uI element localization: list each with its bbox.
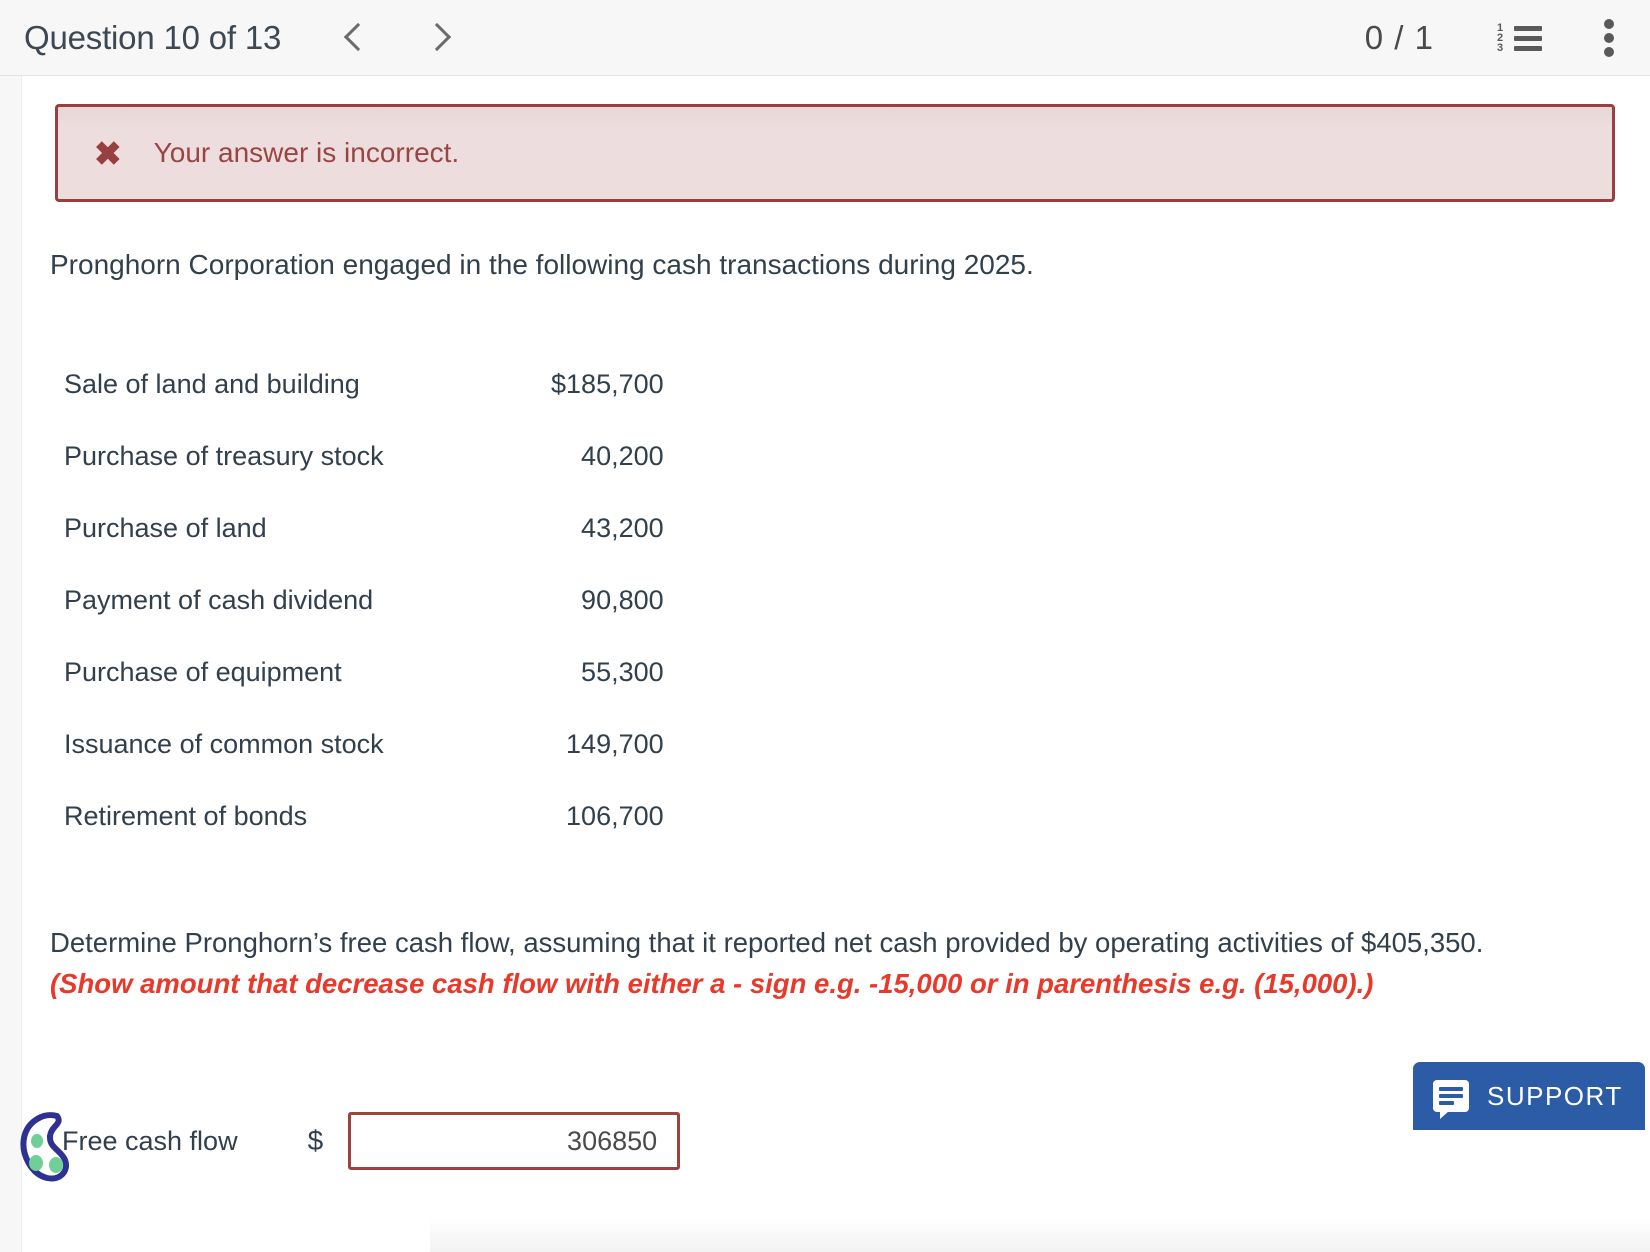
chat-line-1 bbox=[1439, 1087, 1463, 1091]
free-cash-flow-input[interactable]: 306850 bbox=[348, 1112, 680, 1170]
transaction-amount: 149,700 bbox=[444, 708, 664, 780]
cookie-glyph bbox=[13, 1108, 91, 1186]
transaction-amount: $185,700 bbox=[444, 348, 664, 420]
table-row: Sale of land and building $185,700 bbox=[64, 348, 664, 420]
prompt-red-note: (Show amount that decrease cash flow wit… bbox=[50, 968, 1373, 999]
incorrect-answer-banner: ✖ Your answer is incorrect. bbox=[55, 104, 1615, 202]
list-line-2 bbox=[1514, 36, 1542, 41]
table-row: Issuance of common stock 149,700 bbox=[64, 708, 664, 780]
list-number-3: 3 bbox=[1497, 43, 1503, 54]
answer-row: Free cash flow $ 306850 bbox=[0, 1106, 680, 1176]
question-page: Question 10 of 13 0 / 1 1 2 3 ✖ bbox=[0, 0, 1650, 1252]
prompt-main-text: Determine Pronghorn’s free cash flow, as… bbox=[50, 927, 1483, 958]
page-title: Question 10 of 13 bbox=[24, 19, 281, 57]
score-display: 0 / 1 bbox=[1365, 19, 1434, 57]
transactions-table: Sale of land and building $185,700 Purch… bbox=[64, 348, 664, 852]
cookie-settings-icon[interactable] bbox=[13, 1108, 91, 1186]
table-row: Payment of cash dividend 90,800 bbox=[64, 564, 664, 636]
transaction-label: Retirement of bonds bbox=[64, 780, 444, 852]
transaction-amount: 106,700 bbox=[444, 780, 664, 852]
transaction-amount: 43,200 bbox=[444, 492, 664, 564]
list-line-1 bbox=[1514, 26, 1542, 31]
header-right-controls: 0 / 1 1 2 3 bbox=[1365, 17, 1650, 59]
table-row: Purchase of equipment 55,300 bbox=[64, 636, 664, 708]
kebab-dot-3 bbox=[1604, 47, 1614, 57]
error-x-icon: ✖ bbox=[94, 137, 122, 170]
next-question-icon[interactable] bbox=[425, 19, 451, 57]
chat-line-2 bbox=[1439, 1094, 1463, 1098]
table-row: Retirement of bonds 106,700 bbox=[64, 780, 664, 852]
table-row: Purchase of land 43,200 bbox=[64, 492, 664, 564]
transaction-label: Purchase of equipment bbox=[64, 636, 444, 708]
support-button-label: SUPPORT bbox=[1487, 1081, 1623, 1112]
transaction-amount: 90,800 bbox=[444, 564, 664, 636]
question-prompt: Determine Pronghorn’s free cash flow, as… bbox=[50, 922, 1500, 1004]
transaction-label: Payment of cash dividend bbox=[64, 564, 444, 636]
currency-symbol: $ bbox=[308, 1125, 324, 1157]
question-intro-text: Pronghorn Corporation engaged in the fol… bbox=[50, 249, 1034, 281]
chat-line-3 bbox=[1439, 1101, 1454, 1105]
previous-question-icon[interactable] bbox=[343, 19, 369, 57]
transaction-label: Issuance of common stock bbox=[64, 708, 444, 780]
transaction-label: Purchase of land bbox=[64, 492, 444, 564]
kebab-dot-1 bbox=[1604, 19, 1614, 29]
numbered-list-icon[interactable]: 1 2 3 bbox=[1496, 18, 1542, 58]
more-options-icon[interactable] bbox=[1604, 17, 1616, 59]
support-button[interactable]: SUPPORT bbox=[1413, 1062, 1645, 1130]
banner-message: Your answer is incorrect. bbox=[154, 137, 460, 169]
transaction-amount: 55,300 bbox=[444, 636, 664, 708]
transaction-label: Sale of land and building bbox=[64, 348, 444, 420]
left-gutter-strip bbox=[0, 76, 22, 1252]
question-navigation bbox=[343, 19, 451, 57]
transactions-table-body: Sale of land and building $185,700 Purch… bbox=[64, 348, 664, 852]
list-line-3 bbox=[1514, 46, 1542, 51]
chat-message-icon bbox=[1433, 1080, 1469, 1112]
question-header-bar: Question 10 of 13 0 / 1 1 2 3 bbox=[0, 0, 1650, 76]
table-row: Purchase of treasury stock 40,200 bbox=[64, 420, 664, 492]
bottom-shade bbox=[430, 1218, 1650, 1252]
transaction-amount: 40,200 bbox=[444, 420, 664, 492]
kebab-dot-2 bbox=[1604, 33, 1614, 43]
transaction-label: Purchase of treasury stock bbox=[64, 420, 444, 492]
